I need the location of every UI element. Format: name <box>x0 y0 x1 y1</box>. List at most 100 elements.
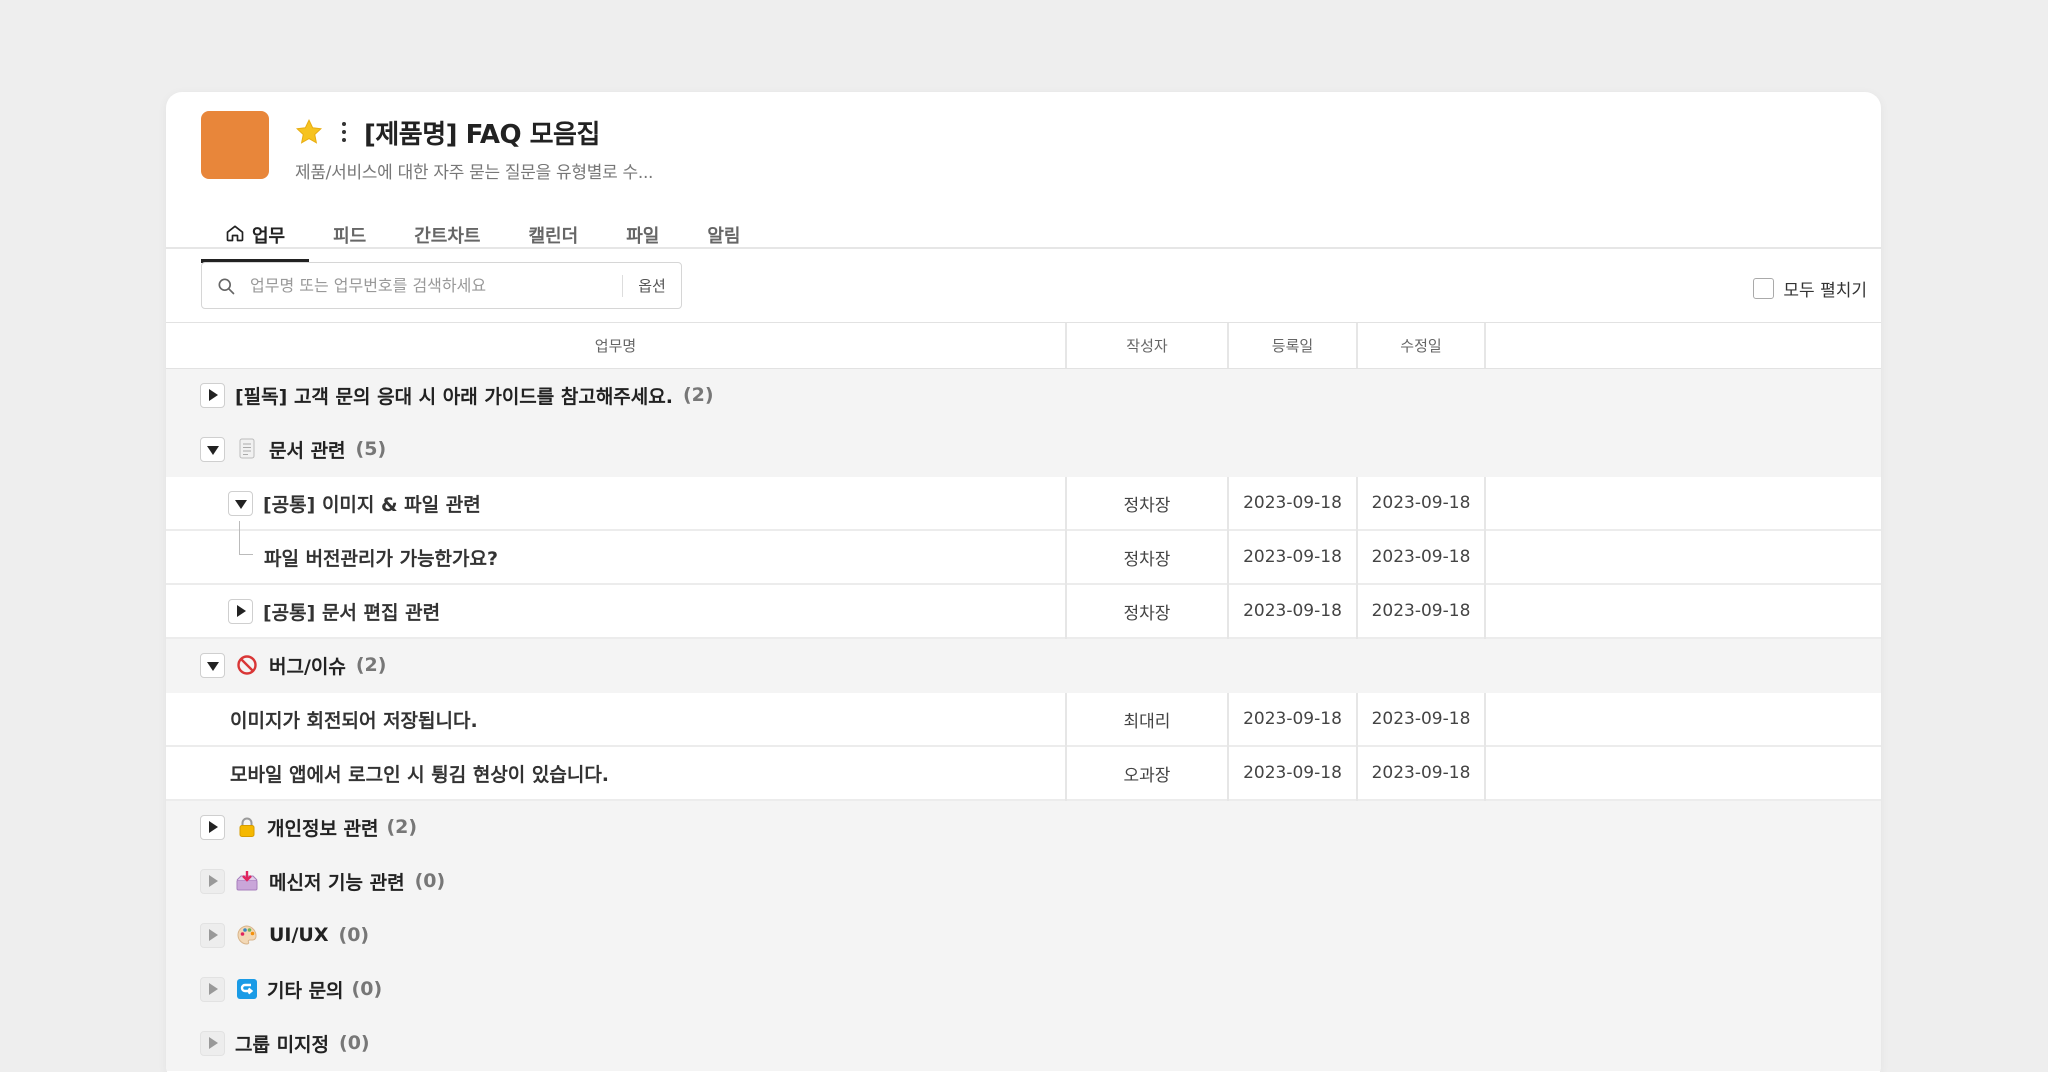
task-cell: [공통] 이미지 & 파일 관련 <box>228 477 481 529</box>
triangle-right-icon <box>209 875 218 887</box>
tab-label: 피드 <box>333 226 367 247</box>
task-cell: 파일 버전관리가 가능한가요? <box>264 531 498 583</box>
table-header: 업무명 작성자 등록일 수정일 <box>166 322 1881 369</box>
group-count: (0) <box>414 870 446 892</box>
title-row: [제품명] FAQ 모음집 <box>294 112 600 152</box>
group-row[interactable]: [필독] 고객 문의 응대 시 아래 가이드를 참고해주세요. (2) <box>166 369 1881 423</box>
modified-date-cell: 2023-09-18 <box>1371 601 1471 621</box>
group-cell: 기타 문의 (0) <box>200 963 382 1015</box>
task-cell: [공통] 문서 편집 관련 <box>228 585 440 637</box>
search-options-button[interactable]: 옵션 <box>623 275 681 296</box>
modified-date-cell: 2023-09-18 <box>1371 709 1471 729</box>
expand-all-checkbox[interactable] <box>1753 278 1775 299</box>
collapse-toggle[interactable] <box>228 598 253 624</box>
column-divider <box>1484 747 1486 801</box>
task-cell: 모바일 앱에서 로그인 시 튕김 현상이 있습니다. <box>230 747 609 799</box>
tab-label: 파일 <box>626 226 660 247</box>
more-options-icon[interactable] <box>338 117 350 147</box>
task-name[interactable]: 이미지가 회전되어 저장됩니다. <box>230 706 478 733</box>
group-row[interactable]: 버그/이슈 (2) <box>166 639 1881 693</box>
group-row[interactable]: 그룹 미지정 (0) <box>166 1017 1881 1071</box>
tab-bar: 업무 피드 간트차트 캘린더 파일 알림 <box>201 207 764 263</box>
group-name: 문서 관련 <box>269 439 346 462</box>
expand-toggle[interactable] <box>200 436 225 462</box>
tab-gantt[interactable]: 간트차트 <box>390 207 504 263</box>
triangle-right-icon <box>209 1037 218 1049</box>
task-cell: 이미지가 회전되어 저장됩니다. <box>230 693 478 745</box>
collapse-toggle[interactable] <box>200 382 225 408</box>
task-row[interactable]: [공통] 이미지 & 파일 관련 정차장 2023-09-18 2023-09-… <box>166 477 1881 531</box>
collapse-toggle[interactable] <box>200 976 225 1002</box>
column-divider <box>1484 693 1486 747</box>
task-row[interactable]: [공통] 문서 편집 관련 정차장 2023-09-18 2023-09-18 <box>166 585 1881 639</box>
author-cell: 정차장 <box>1123 549 1171 570</box>
group-row[interactable]: UI/UX (0) <box>166 909 1881 963</box>
group-cell: 메신저 기능 관련 (0) <box>200 855 445 907</box>
collapse-toggle[interactable] <box>200 1030 225 1056</box>
task-row[interactable]: 모바일 앱에서 로그인 시 튕김 현상이 있습니다. 오과장 2023-09-1… <box>166 747 1881 801</box>
star-icon[interactable] <box>294 117 324 147</box>
author-cell: 정차장 <box>1123 603 1171 624</box>
created-date-cell: 2023-09-18 <box>1243 493 1342 513</box>
group-row[interactable]: 메신저 기능 관련 (0) <box>166 855 1881 909</box>
group-name: 버그/이슈 <box>269 655 346 678</box>
group-cell: [필독] 고객 문의 응대 시 아래 가이드를 참고해주세요. (2) <box>200 369 714 421</box>
task-row[interactable]: 파일 버전관리가 가능한가요? 정차장 2023-09-18 2023-09-1… <box>166 521 1881 585</box>
group-row[interactable]: 개인정보 관련 (2) <box>166 801 1881 855</box>
project-description: 제품/서비스에 대한 자주 묻는 질문을 유형별로 수... <box>295 163 654 183</box>
tab-feed[interactable]: 피드 <box>309 207 390 263</box>
author-cell: 최대리 <box>1123 711 1171 732</box>
column-divider <box>1484 477 1486 531</box>
modified-date-cell: 2023-09-18 <box>1371 763 1471 783</box>
created-date-cell: 2023-09-18 <box>1243 709 1342 729</box>
project-panel: [제품명] FAQ 모음집 제품/서비스에 대한 자주 묻는 질문을 유형별로 … <box>166 92 1881 1072</box>
search-input[interactable] <box>250 276 622 295</box>
search-box: 옵션 <box>201 262 682 309</box>
group-count: (2) <box>386 816 418 838</box>
task-row[interactable]: 이미지가 회전되어 저장됩니다. 최대리 2023-09-18 2023-09-… <box>166 693 1881 747</box>
group-count: (0) <box>339 1032 370 1054</box>
lock-icon <box>235 815 259 839</box>
group-cell: 문서 관련 (5) <box>200 423 386 475</box>
task-name[interactable]: [공통] 이미지 & 파일 관련 <box>263 490 481 517</box>
triangle-down-icon <box>206 445 219 455</box>
column-header-task[interactable]: 업무명 <box>166 323 1065 368</box>
palette-icon <box>235 923 259 947</box>
modified-date-cell: 2023-09-18 <box>1371 493 1471 513</box>
tab-label: 간트차트 <box>414 226 481 247</box>
column-header-created[interactable]: 등록일 <box>1229 323 1356 368</box>
task-name[interactable]: [공통] 문서 편집 관련 <box>263 598 440 625</box>
project-icon[interactable] <box>201 111 269 179</box>
triangle-right-icon <box>209 821 218 833</box>
group-row[interactable]: 기타 문의 (0) <box>166 963 1881 1017</box>
column-header-modified[interactable]: 수정일 <box>1358 323 1484 368</box>
expand-toggle[interactable] <box>228 490 253 516</box>
collapse-toggle[interactable] <box>200 868 225 894</box>
column-header-author[interactable]: 작성자 <box>1067 323 1227 368</box>
expand-toggle[interactable] <box>200 652 225 678</box>
search-icon <box>202 276 250 296</box>
project-title: [제품명] FAQ 모음집 <box>364 119 600 150</box>
task-name[interactable]: 파일 버전관리가 가능한가요? <box>264 544 498 571</box>
column-divider <box>1484 585 1486 639</box>
tab-notifications[interactable]: 알림 <box>683 207 764 263</box>
collapse-toggle[interactable] <box>200 814 225 840</box>
column-divider <box>1484 323 1486 368</box>
group-name: 그룹 미지정 <box>235 1033 330 1056</box>
tab-tasks[interactable]: 업무 <box>201 207 310 263</box>
expand-all-toggle[interactable]: 모두 펼치기 <box>1753 276 1867 301</box>
group-name: UI/UX <box>269 924 329 946</box>
group-count: (5) <box>355 438 387 460</box>
tab-calendar[interactable]: 캘린더 <box>505 207 603 263</box>
triangle-down-icon <box>234 499 247 509</box>
task-name[interactable]: 모바일 앱에서 로그인 시 튕김 현상이 있습니다. <box>230 760 609 787</box>
collapse-toggle[interactable] <box>200 922 225 948</box>
group-count: (2) <box>682 384 714 406</box>
group-count: (0) <box>338 924 370 946</box>
group-cell: UI/UX (0) <box>200 909 369 961</box>
group-row[interactable]: 문서 관련 (5) <box>166 423 1881 477</box>
group-cell: 개인정보 관련 (2) <box>200 801 417 853</box>
author-cell: 정차장 <box>1123 495 1171 516</box>
tab-files[interactable]: 파일 <box>602 207 683 263</box>
group-count: (0) <box>351 978 383 1000</box>
